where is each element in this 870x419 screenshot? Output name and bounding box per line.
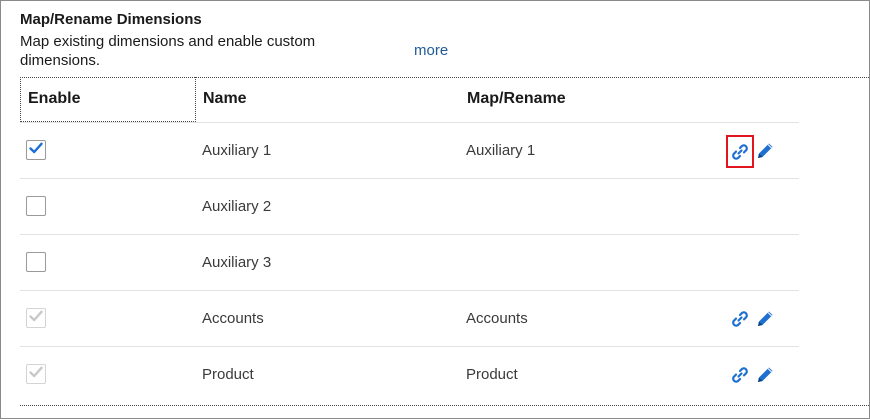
pencil-icon [754,364,776,386]
dimension-name: Auxiliary 3 [202,254,272,271]
enable-checkbox [26,364,46,384]
pencil-icon [754,308,776,330]
section-title: Map/Rename Dimensions [20,11,202,28]
row-actions [728,307,778,331]
rename-edit-button[interactable] [753,363,777,387]
link-icon [730,365,750,385]
checkmark-icon [28,364,44,385]
enable-checkbox [26,308,46,328]
dimension-map-rename: Accounts [466,310,528,327]
table-row: Product Product [20,346,799,402]
more-link[interactable]: more [414,42,448,59]
link-icon [730,309,750,329]
rename-edit-button[interactable] [753,307,777,331]
dimension-name: Accounts [202,310,264,327]
table-row: Auxiliary 3 [20,234,799,290]
dimension-name: Product [202,366,254,383]
rename-edit-button[interactable] [753,139,777,163]
column-header-enable: Enable [28,90,81,107]
table-row: Auxiliary 2 [20,178,799,234]
map-link-button[interactable] [728,307,752,331]
checkmark-icon [28,308,44,329]
section-description: Map existing dimensions and enable custo… [20,33,316,69]
column-header-name: Name [203,90,247,107]
dimension-map-rename: Product [466,366,518,383]
map-link-button[interactable] [728,363,752,387]
enable-checkbox[interactable] [26,196,46,216]
row-actions [726,135,778,168]
dimension-name: Auxiliary 2 [202,198,272,215]
table-bottom-border [20,405,870,406]
dimensions-panel: Map/Rename Dimensions Map existing dimen… [0,0,870,419]
table-row: Auxiliary 1 Auxiliary 1 [20,122,799,178]
map-link-button[interactable] [726,135,754,168]
link-icon [730,142,750,162]
pencil-icon [754,140,776,162]
enable-checkbox[interactable] [26,252,46,272]
dimension-map-rename: Auxiliary 1 [466,142,536,159]
row-actions [728,363,778,387]
checkmark-icon [28,140,44,161]
column-header-map-rename: Map/Rename [467,90,566,107]
enable-checkbox[interactable] [26,140,46,160]
dimension-name: Auxiliary 1 [202,142,272,159]
table-row: Accounts Accounts [20,290,799,346]
